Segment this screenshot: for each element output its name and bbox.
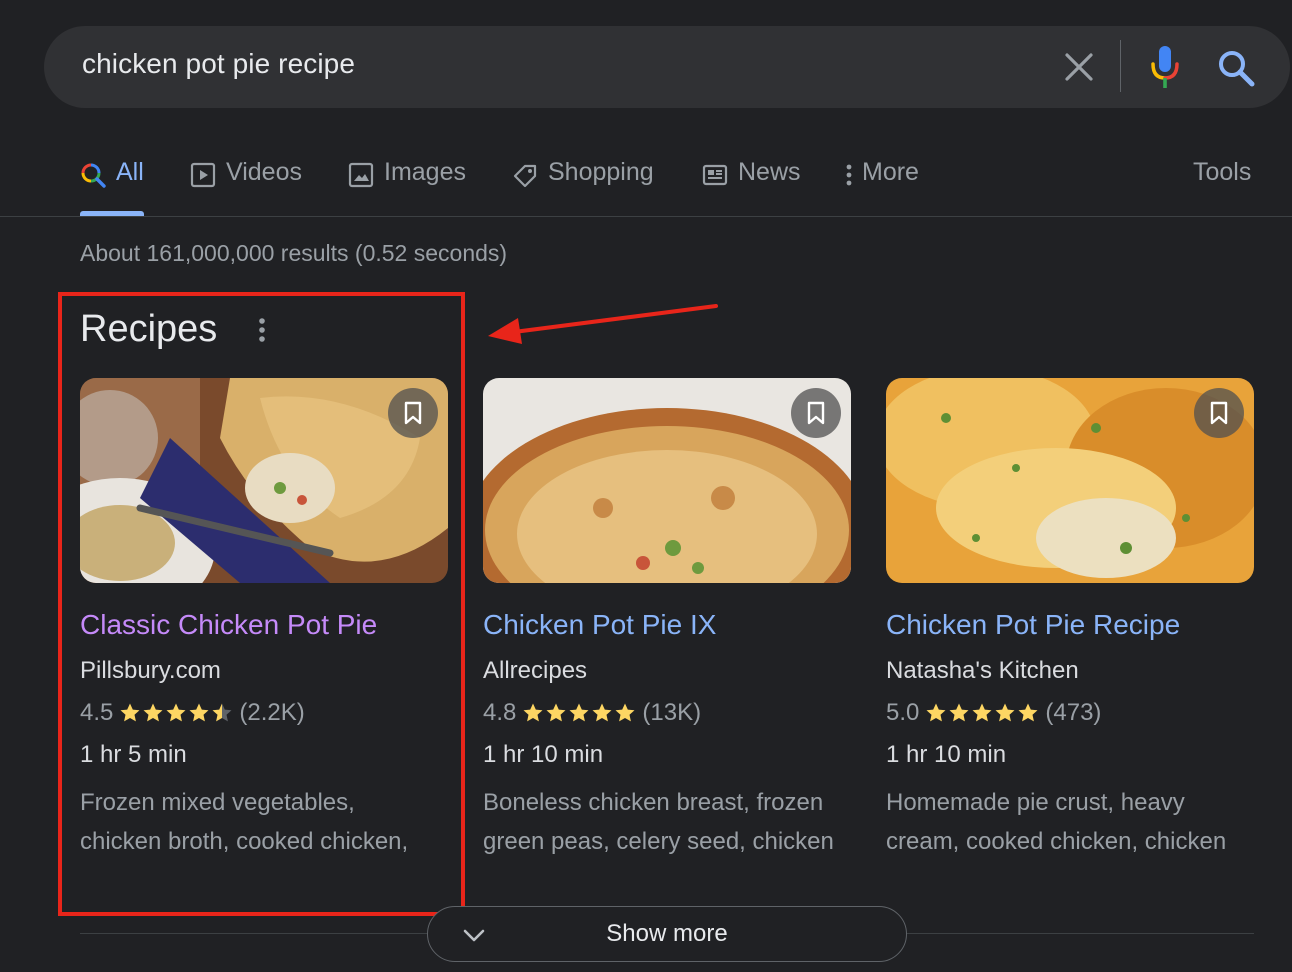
recipe-ingredients: Homemade pie crust, heavy cream, cooked … bbox=[886, 783, 1258, 861]
ingredients-line: Homemade pie crust, heavy bbox=[886, 789, 1185, 816]
recipe-thumbnail[interactable] bbox=[483, 378, 851, 583]
rating-value: 5.0 bbox=[886, 699, 920, 726]
tab-label: More bbox=[862, 158, 919, 186]
review-count: (473) bbox=[1045, 699, 1102, 726]
tab-label: Images bbox=[384, 158, 466, 186]
tag-icon bbox=[513, 164, 537, 188]
star-rating bbox=[925, 702, 1039, 724]
search-box[interactable]: chicken pot pie recipe bbox=[44, 26, 1290, 108]
show-more-button[interactable]: Show more bbox=[427, 906, 907, 962]
newspaper-icon bbox=[702, 164, 728, 186]
tab-label: All bbox=[116, 158, 144, 186]
recipe-ingredients: Boneless chicken breast, frozen green pe… bbox=[483, 783, 855, 861]
star-rating bbox=[522, 702, 636, 724]
rating-value: 4.8 bbox=[483, 699, 517, 726]
tools-label: Tools bbox=[1193, 158, 1252, 186]
image-icon bbox=[348, 162, 374, 188]
star-icon bbox=[592, 703, 612, 722]
search-box-divider bbox=[1120, 40, 1121, 92]
annotation-highlight-box bbox=[58, 292, 465, 916]
tools-button[interactable]: Tools bbox=[1193, 150, 1251, 216]
recipe-thumbnail[interactable] bbox=[886, 378, 1254, 583]
clear-icon[interactable] bbox=[1062, 50, 1096, 84]
recipe-title-link[interactable]: Chicken Pot Pie IX bbox=[483, 609, 851, 641]
search-icon bbox=[81, 163, 106, 188]
more-vertical-icon bbox=[846, 164, 852, 186]
bookmark-icon bbox=[807, 401, 825, 425]
microphone-icon[interactable] bbox=[1148, 44, 1182, 90]
star-icon bbox=[995, 703, 1015, 722]
tab-more[interactable]: More bbox=[842, 150, 919, 216]
review-count: (13K) bbox=[642, 699, 702, 726]
tab-news[interactable]: News bbox=[702, 150, 801, 216]
recipe-time: 1 hr 10 min bbox=[483, 741, 604, 768]
recipe-source: Natasha's Kitchen bbox=[886, 657, 1079, 684]
tab-label: Videos bbox=[226, 158, 302, 186]
tab-label: News bbox=[738, 158, 801, 186]
ingredients-line: green peas, celery seed, chicken bbox=[483, 828, 834, 855]
star-icon bbox=[569, 703, 589, 722]
recipe-rating: 5.0 (473) bbox=[886, 699, 1254, 727]
star-icon bbox=[546, 703, 566, 722]
save-recipe-button[interactable] bbox=[1194, 388, 1244, 438]
play-icon bbox=[190, 162, 216, 188]
search-icon[interactable] bbox=[1216, 48, 1256, 88]
tab-all[interactable]: All bbox=[80, 150, 144, 216]
save-recipe-button[interactable] bbox=[791, 388, 841, 438]
tab-videos[interactable]: Videos bbox=[190, 150, 302, 216]
tab-shopping[interactable]: Shopping bbox=[512, 150, 654, 216]
star-icon bbox=[1018, 703, 1038, 722]
recipe-title-link[interactable]: Chicken Pot Pie Recipe bbox=[886, 609, 1254, 641]
search-results-page: chicken pot pie recipe All Videos Images… bbox=[0, 0, 1292, 972]
recipe-card[interactable]: Chicken Pot Pie IX Allrecipes 4.8 (13K) … bbox=[483, 378, 851, 861]
star-icon bbox=[949, 703, 969, 722]
search-tabs: All Videos Images Shopping News More Too… bbox=[0, 150, 1292, 216]
ingredients-line: cream, cooked chicken, chicken bbox=[886, 828, 1227, 855]
annotation-arrow-icon bbox=[488, 304, 718, 344]
ingredients-line: Boneless chicken breast, frozen bbox=[483, 789, 824, 816]
show-more-label: Show more bbox=[606, 920, 728, 947]
recipe-time: 1 hr 10 min bbox=[886, 741, 1007, 768]
star-icon bbox=[523, 703, 543, 722]
recipe-rating: 4.8 (13K) bbox=[483, 699, 851, 727]
tab-label: Shopping bbox=[548, 158, 654, 186]
star-icon bbox=[972, 703, 992, 722]
star-icon bbox=[926, 703, 946, 722]
bookmark-icon bbox=[1210, 401, 1228, 425]
tabs-divider bbox=[0, 216, 1292, 217]
star-icon bbox=[615, 703, 635, 722]
search-input[interactable]: chicken pot pie recipe bbox=[82, 48, 355, 80]
chevron-down-icon bbox=[463, 929, 485, 942]
result-stats: About 161,000,000 results (0.52 seconds) bbox=[80, 240, 508, 266]
tab-images[interactable]: Images bbox=[348, 150, 466, 216]
recipe-card[interactable]: Chicken Pot Pie Recipe Natasha's Kitchen… bbox=[886, 378, 1254, 861]
recipe-source: Allrecipes bbox=[483, 657, 588, 684]
